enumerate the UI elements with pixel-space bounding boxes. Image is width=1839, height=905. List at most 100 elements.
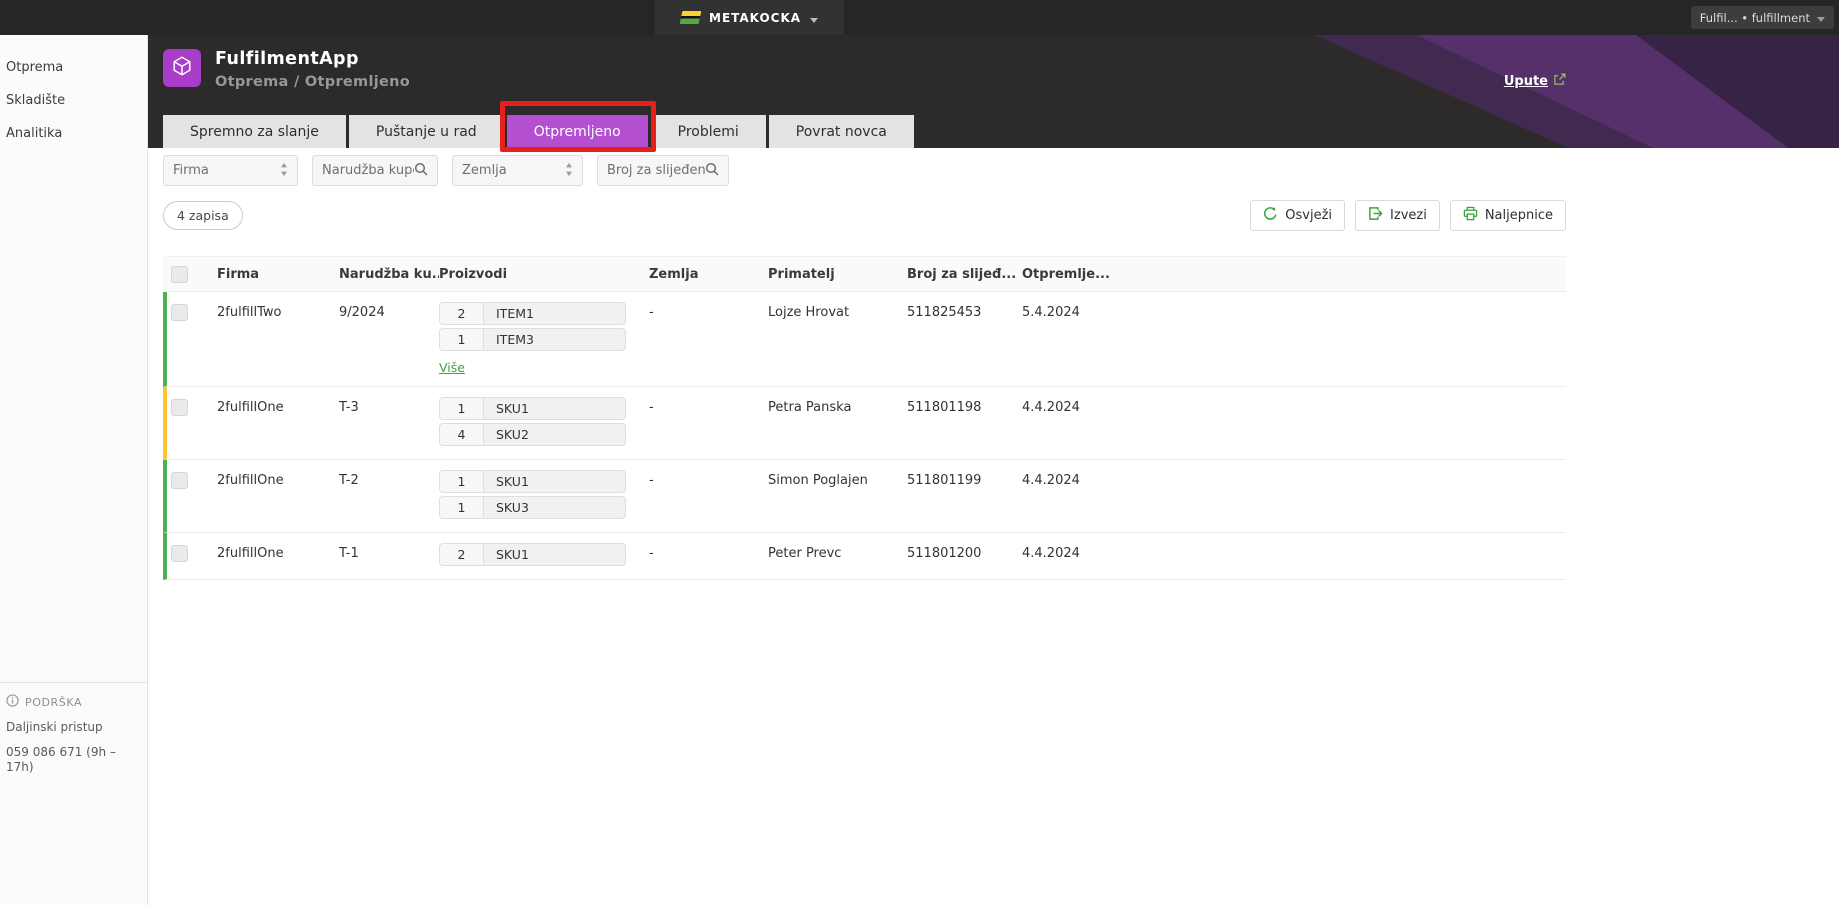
tab-povrat-novca[interactable]: Povrat novca — [768, 115, 914, 148]
product-name: ITEM3 — [496, 332, 534, 347]
cell-recipient: Petra Panska — [768, 400, 852, 415]
sort-carets-icon — [565, 161, 573, 180]
tab-pustanje-u-rad[interactable]: Puštanje u rad — [348, 115, 504, 148]
header-top: FulfilmentApp Otprema / Otpremljeno Uput… — [148, 35, 1839, 90]
country-select[interactable]: Zemlja — [452, 155, 583, 186]
cell-firma: 2fulfillOne — [217, 546, 284, 561]
product-pill: 2 SKU1 — [439, 543, 626, 566]
help-link-label: Upute — [1503, 74, 1548, 89]
export-icon — [1368, 206, 1383, 225]
row-checkbox-cell — [167, 387, 217, 459]
cell-order: T-2 — [339, 473, 359, 488]
sort-carets-icon — [280, 161, 288, 180]
chevron-down-icon — [1817, 11, 1825, 25]
product-name: ITEM1 — [496, 306, 534, 321]
tab-otpremljeno-wrap: Otpremljeno — [499, 101, 656, 152]
order-search-input[interactable] — [322, 163, 414, 178]
cell-tracking: 511801198 — [907, 400, 982, 415]
tabs: Spremno za slanje Puštanje u rad Otpreml… — [148, 101, 1839, 152]
export-button-label: Izvezi — [1390, 208, 1427, 223]
cell-products: 2 ITEM1 1 ITEM3 Više — [439, 292, 649, 386]
more-link[interactable]: Više — [439, 360, 465, 375]
cell-firma: 2fulfillTwo — [217, 305, 282, 320]
col-primatelj: Primatelj — [768, 266, 835, 282]
tracking-search-wrap — [597, 155, 729, 186]
product-qty: 2 — [440, 303, 484, 324]
product-pill: 1 SKU1 — [439, 470, 626, 493]
sidebar-filler — [0, 776, 147, 905]
cell-tracking: 511801199 — [907, 473, 982, 488]
cell-country: - — [649, 473, 654, 488]
select-all-checkbox[interactable] — [171, 265, 188, 283]
col-zemlja: Zemlja — [649, 266, 699, 282]
product-qty: 2 — [440, 544, 484, 565]
product-name: SKU1 — [496, 474, 529, 489]
firma-select-label: Firma — [173, 163, 209, 178]
cell-order: T-3 — [339, 400, 359, 415]
cell-products: 1 SKU1 4 SKU2 — [439, 387, 649, 459]
sidebar-support: PODRŠKA Daljinski pristup 059 086 671 (9… — [0, 682, 147, 776]
cell-country: - — [649, 546, 654, 561]
refresh-button-label: Osvježi — [1285, 208, 1333, 223]
cell-firma: 2fulfillOne — [217, 400, 284, 415]
refresh-button[interactable]: Osvježi — [1250, 200, 1346, 231]
sidebar-item-otprema[interactable]: Otprema — [0, 51, 147, 84]
help-link[interactable]: Upute — [1504, 73, 1566, 90]
brand-menu[interactable]: METAKOCKA — [655, 0, 845, 35]
external-link-icon — [1553, 73, 1566, 90]
toolbar: 4 zapisa Osvježi Izvezi Naljepnice — [148, 186, 1839, 231]
row-checkbox[interactable] — [171, 545, 188, 562]
labels-button-label: Naljepnice — [1484, 208, 1553, 223]
support-remote-access: Daljinski pristup — [6, 720, 103, 734]
product-pill: 1 SKU1 — [439, 397, 626, 420]
table-header: Firma Narudžba ku... Proizvodi Zemlja Pr… — [163, 256, 1566, 292]
printer-icon — [1463, 206, 1478, 225]
cell-recipient: Peter Prevc — [768, 546, 842, 561]
cell-products: 1 SKU1 1 SKU3 — [439, 460, 649, 532]
filter-bar: Firma Zemlja — [148, 148, 1839, 186]
cell-shipped: 4.4.2024 — [1022, 473, 1080, 488]
row-checkbox[interactable] — [171, 472, 188, 489]
product-qty: 1 — [440, 497, 484, 518]
brand-name: METAKOCKA — [709, 10, 802, 25]
records-count-badge: 4 zapisa — [163, 201, 243, 230]
row-checkbox[interactable] — [171, 304, 188, 321]
col-otpremljeno: Otpremlje... — [1022, 266, 1110, 282]
account-label: Fulfil... • fulfillment — [1699, 10, 1810, 25]
product-pill: 4 SKU2 — [439, 423, 626, 446]
cell-shipped: 5.4.2024 — [1022, 305, 1080, 320]
product-qty: 1 — [440, 398, 484, 419]
col-broj: Broj za slijeđ... — [907, 266, 1017, 282]
col-narudzba: Narudžba ku... — [339, 266, 439, 282]
product-name: SKU2 — [496, 427, 529, 442]
tab-problemi[interactable]: Problemi — [650, 115, 766, 148]
product-name: SKU3 — [496, 500, 529, 515]
support-phone: 059 086 671 (9h – 17h) — [6, 745, 116, 774]
account-switcher[interactable]: Fulfil... • fulfillment — [1690, 6, 1834, 29]
product-qty: 4 — [440, 424, 484, 445]
product-qty: 1 — [440, 329, 484, 350]
sidebar: Otprema Skladište Analitika PODRŠKA Dalj… — [0, 35, 148, 905]
cell-tracking: 511801200 — [907, 546, 982, 561]
tracking-search-input[interactable] — [607, 163, 705, 178]
cell-firma: 2fulfillOne — [217, 473, 284, 488]
product-pill: 2 ITEM1 — [439, 302, 626, 325]
chevron-down-icon — [810, 8, 819, 27]
cell-shipped: 4.4.2024 — [1022, 546, 1080, 561]
sidebar-item-skladiste[interactable]: Skladište — [0, 84, 147, 117]
cell-country: - — [649, 400, 654, 415]
export-button[interactable]: Izvezi — [1355, 200, 1440, 231]
firma-select[interactable]: Firma — [163, 155, 298, 186]
page-title: FulfilmentApp — [215, 49, 359, 69]
product-pill: 1 SKU3 — [439, 496, 626, 519]
sidebar-item-analitika[interactable]: Analitika — [0, 117, 147, 150]
metakocka-logo-icon — [679, 11, 702, 24]
tab-spremno-za-slanje[interactable]: Spremno za slanje — [163, 115, 346, 148]
cell-products: 2 SKU1 — [439, 533, 649, 579]
row-checkbox[interactable] — [171, 399, 188, 416]
tab-otpremljeno[interactable]: Otpremljeno — [506, 115, 648, 148]
row-checkbox-cell — [167, 460, 217, 532]
labels-print-button[interactable]: Naljepnice — [1449, 200, 1566, 231]
cell-order: T-1 — [339, 546, 359, 561]
